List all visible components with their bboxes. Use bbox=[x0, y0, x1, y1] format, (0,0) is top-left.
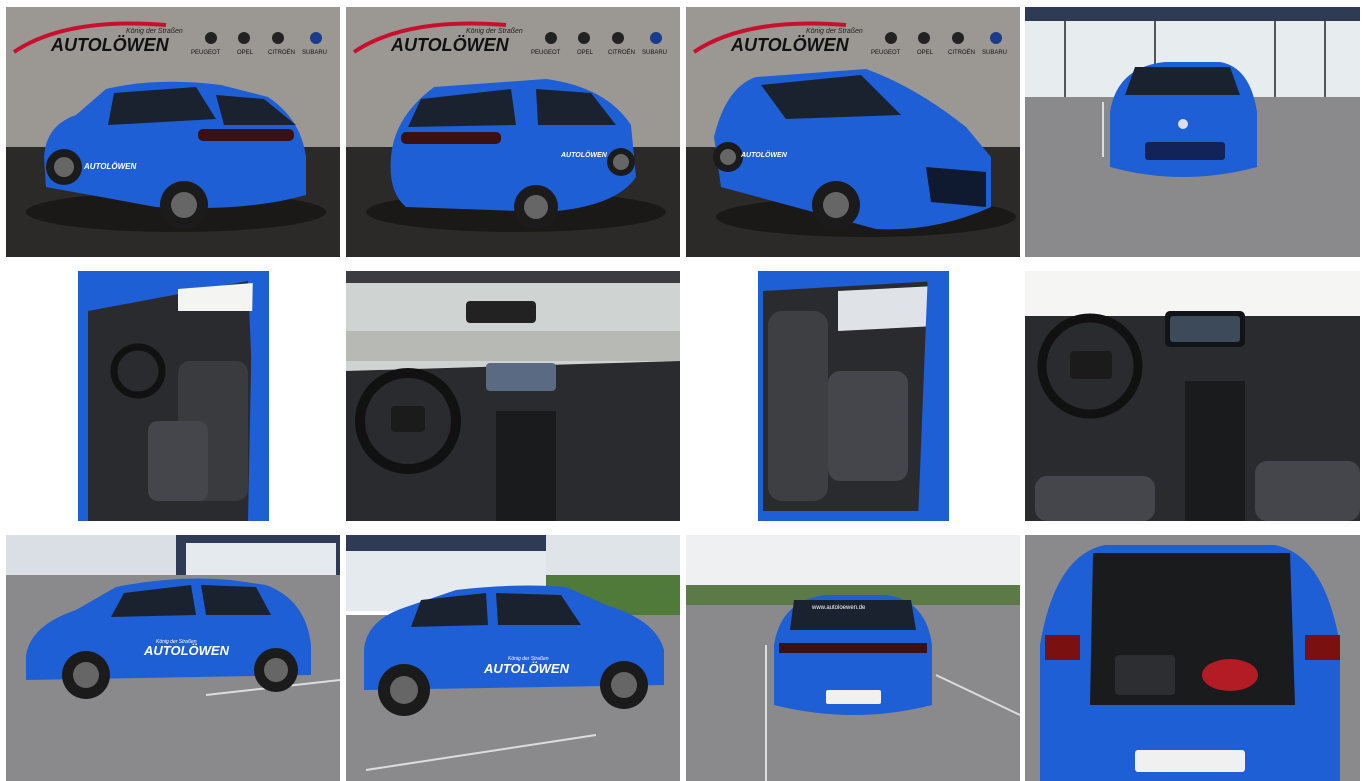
svg-text:PEUGEOT: PEUGEOT bbox=[191, 50, 221, 56]
gallery-photo-8[interactable] bbox=[1025, 271, 1360, 521]
svg-text:AUTOLÖWEN: AUTOLÖWEN bbox=[83, 162, 137, 171]
svg-text:PEUGEOT: PEUGEOT bbox=[531, 50, 561, 56]
svg-text:SUBARU: SUBARU bbox=[982, 50, 1007, 56]
gallery-photo-5[interactable] bbox=[78, 271, 269, 521]
svg-text:CITROËN: CITROËN bbox=[608, 49, 635, 56]
gallery-photo-4[interactable] bbox=[1025, 7, 1360, 257]
car-photo-studio-front: König der Straßen AUTOLÖWEN PEUGEOT OPEL… bbox=[686, 7, 1020, 257]
car-photo-interior-rear-seats bbox=[758, 271, 949, 521]
car-photo-interior-dashboard bbox=[346, 271, 680, 521]
photo-gallery: König der Straßen AUTOLÖWEN PEUGEOT OPEL… bbox=[0, 0, 1367, 781]
car-photo-outdoor-rear: www.autoloewen.de bbox=[686, 535, 1020, 781]
svg-text:König der Straßen: König der Straßen bbox=[466, 28, 523, 35]
gallery-photo-12[interactable] bbox=[1025, 535, 1360, 781]
svg-text:König der Straßen: König der Straßen bbox=[806, 28, 863, 35]
svg-text:AUTOLÖWEN: AUTOLÖWEN bbox=[730, 35, 850, 55]
svg-text:CITROËN: CITROËN bbox=[948, 49, 975, 56]
svg-text:AUTOLÖWEN: AUTOLÖWEN bbox=[740, 150, 788, 159]
svg-text:SUBARU: SUBARU bbox=[302, 50, 327, 56]
svg-text:OPEL: OPEL bbox=[577, 50, 594, 56]
car-photo-outdoor-side-right: König der Straßen AUTOLÖWEN bbox=[346, 535, 680, 781]
gallery-photo-11[interactable]: www.autoloewen.de bbox=[686, 535, 1020, 781]
svg-text:König der Straßen: König der Straßen bbox=[126, 28, 183, 35]
car-photo-interior-door-open bbox=[78, 271, 269, 521]
svg-text:CITROËN: CITROËN bbox=[268, 49, 295, 56]
gallery-photo-2[interactable]: König der Straßen AUTOLÖWEN PEUGEOT OPEL… bbox=[346, 7, 680, 257]
gallery-photo-6[interactable] bbox=[346, 271, 680, 521]
car-photo-studio-rear-left: König der Straßen AUTOLÖWEN PEUGEOT OPEL… bbox=[6, 7, 340, 257]
svg-text:AUTOLÖWEN: AUTOLÖWEN bbox=[483, 661, 570, 676]
svg-text:SUBARU: SUBARU bbox=[642, 50, 667, 56]
svg-text:PEUGEOT: PEUGEOT bbox=[871, 50, 901, 56]
svg-text:OPEL: OPEL bbox=[237, 50, 254, 56]
svg-text:AUTOLÖWEN: AUTOLÖWEN bbox=[390, 35, 510, 55]
gallery-photo-9[interactable]: König der Straßen AUTOLÖWEN bbox=[6, 535, 340, 781]
car-photo-studio-rear-right: König der Straßen AUTOLÖWEN PEUGEOT OPEL… bbox=[346, 7, 680, 257]
gallery-photo-10[interactable]: König der Straßen AUTOLÖWEN bbox=[346, 535, 680, 781]
gallery-photo-7[interactable] bbox=[758, 271, 949, 521]
svg-text:AUTOLÖWEN: AUTOLÖWEN bbox=[143, 643, 230, 658]
svg-text:OPEL: OPEL bbox=[917, 50, 934, 56]
gallery-photo-1[interactable]: König der Straßen AUTOLÖWEN PEUGEOT OPEL… bbox=[6, 7, 340, 257]
gallery-photo-3[interactable]: König der Straßen AUTOLÖWEN PEUGEOT OPEL… bbox=[686, 7, 1020, 257]
car-photo-outdoor-open-trunk bbox=[1025, 535, 1360, 781]
svg-text:AUTOLÖWEN: AUTOLÖWEN bbox=[560, 150, 608, 159]
svg-text:AUTOLÖWEN: AUTOLÖWEN bbox=[50, 35, 170, 55]
car-photo-outdoor-side-left: König der Straßen AUTOLÖWEN bbox=[6, 535, 340, 781]
svg-text:www.autoloewen.de: www.autoloewen.de bbox=[811, 605, 866, 611]
car-photo-interior-cockpit bbox=[1025, 271, 1360, 521]
car-photo-outdoor-front bbox=[1025, 7, 1360, 257]
